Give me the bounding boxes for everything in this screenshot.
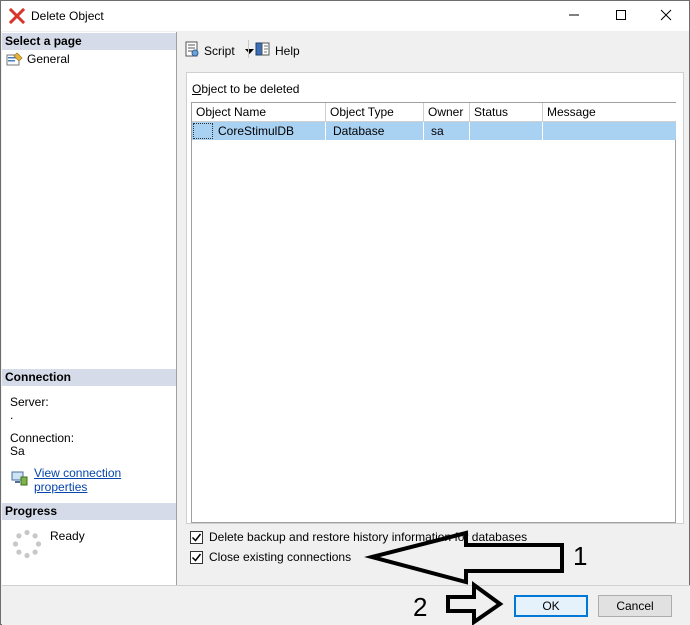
maximize-button[interactable] — [598, 1, 644, 31]
column-header-object-name[interactable]: Object Name — [192, 103, 326, 122]
help-label: Help — [275, 43, 300, 58]
red-x-icon — [8, 7, 26, 25]
checkbox-backup-box[interactable] — [190, 530, 203, 544]
view-connection-properties-label[interactable]: View connection properties — [34, 466, 176, 494]
dialog-footer: OK Cancel — [2, 585, 690, 625]
connection-label: Connection: — [10, 431, 75, 445]
column-header-message[interactable]: Message — [543, 103, 676, 122]
progress-spinner-icon — [12, 529, 42, 559]
grid-header: Object Name Object Type Owner Status Mes… — [192, 103, 676, 122]
connection-properties-icon — [11, 471, 28, 489]
close-existing-connections-label: Close existing connections — [209, 550, 352, 564]
page-item-general-label: General — [27, 52, 70, 66]
cell-object-type: Database — [326, 122, 424, 140]
delete-backup-history-checkbox[interactable]: Delete backup and restore history inform… — [190, 530, 527, 544]
progress-header: Progress — [2, 503, 176, 520]
content-panel: Object to be deleted Object Name Object … — [186, 72, 684, 524]
cell-owner: sa — [424, 122, 470, 140]
annotation-marker-2: 2 — [413, 592, 428, 622]
delete-object-dialog: Delete Object Select a page General Conn… — [0, 0, 690, 625]
connection-header: Connection — [2, 369, 176, 386]
server-value: . — [10, 408, 14, 422]
cell-object-name: CoreStimulDB — [192, 122, 326, 140]
cell-message — [543, 122, 676, 140]
delete-backup-history-label: Delete backup and restore history inform… — [209, 530, 528, 544]
page-item-general[interactable]: General — [6, 51, 70, 67]
window-title: Delete Object — [31, 9, 104, 23]
progress-status: Ready — [50, 529, 85, 543]
script-icon — [184, 41, 200, 60]
connection-value: Sa — [10, 444, 25, 458]
help-icon — [255, 41, 271, 60]
toolbar-separator — [248, 40, 249, 58]
select-page-header: Select a page — [2, 33, 176, 50]
checkmark-icon — [191, 553, 202, 562]
toolbar: Script Help — [178, 32, 689, 64]
column-header-owner[interactable]: Owner — [424, 103, 470, 122]
column-header-object-type[interactable]: Object Type — [326, 103, 424, 122]
right-pane: Script Help Object to be deleted Object … — [178, 32, 689, 585]
server-label: Server: — [10, 395, 49, 409]
left-pane: Select a page General Connection Server:… — [2, 32, 177, 585]
view-connection-properties-link[interactable]: View connection properties — [11, 466, 176, 494]
checkmark-icon — [191, 533, 202, 542]
title-bar[interactable]: Delete Object — [1, 1, 689, 31]
column-header-status[interactable]: Status — [470, 103, 543, 122]
close-existing-connections-checkbox[interactable]: Close existing connections — [190, 550, 351, 564]
script-button[interactable]: Script — [184, 41, 254, 60]
minimize-icon — [568, 9, 580, 24]
cancel-button[interactable]: Cancel — [598, 595, 672, 617]
objects-grid[interactable]: Object Name Object Type Owner Status Mes… — [191, 102, 676, 523]
minimize-button[interactable] — [551, 1, 597, 31]
ok-button[interactable]: OK — [514, 595, 588, 617]
table-row[interactable]: CoreStimulDB Database sa — [192, 122, 676, 140]
script-label: Script — [204, 43, 235, 58]
page-general-icon — [6, 52, 23, 66]
cell-status — [470, 122, 543, 140]
dropdown-arrow-icon[interactable] — [244, 44, 254, 58]
objects-to-delete-label: Object to be deleted — [192, 82, 300, 96]
close-icon — [660, 9, 672, 24]
checkbox-close-box[interactable] — [190, 550, 203, 564]
annotation-marker-1: 1 — [573, 541, 588, 571]
close-button[interactable] — [643, 1, 689, 31]
help-button[interactable]: Help — [255, 41, 300, 60]
maximize-icon — [615, 9, 627, 24]
